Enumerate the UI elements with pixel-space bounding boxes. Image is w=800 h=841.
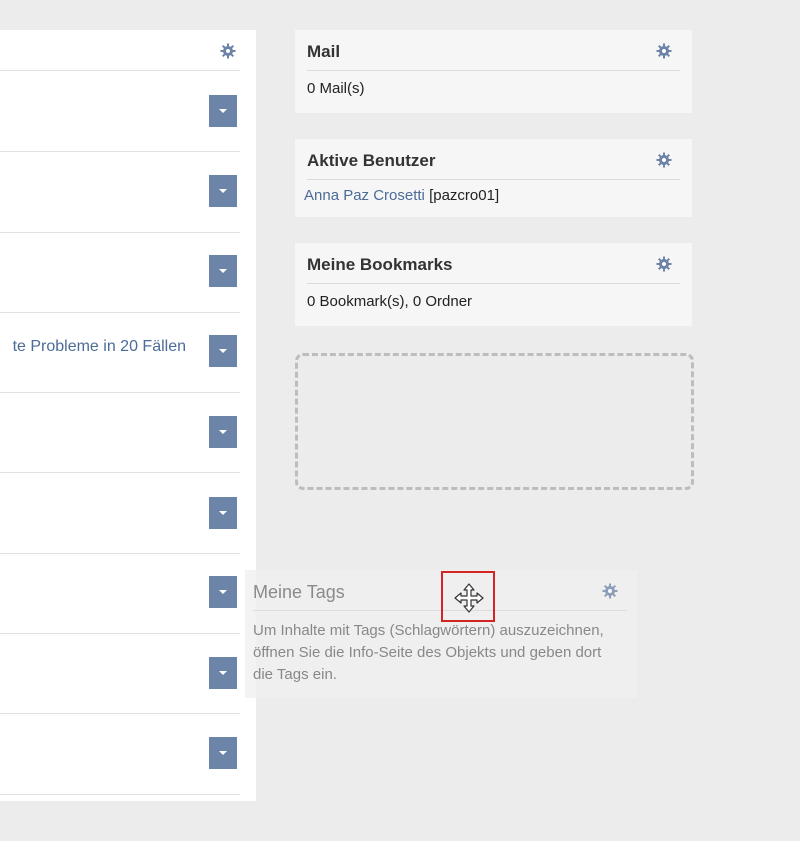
active-user-link[interactable]: Anna Paz Crosetti xyxy=(304,187,425,204)
drop-zone[interactable] xyxy=(295,353,694,490)
caret-down-icon xyxy=(219,349,227,353)
list-item xyxy=(0,473,240,554)
row-link[interactable]: te Probleme in 20 Fällen xyxy=(13,338,186,356)
dropdown-button[interactable] xyxy=(209,175,237,207)
block-divider xyxy=(307,179,680,180)
caret-down-icon xyxy=(219,189,227,193)
list-item: te Probleme in 20 Fällen xyxy=(0,312,240,393)
list-item xyxy=(0,232,240,313)
move-cursor-highlight xyxy=(441,571,495,622)
gear-icon[interactable] xyxy=(220,43,236,59)
dropdown-button[interactable] xyxy=(209,576,237,608)
list-item xyxy=(0,152,240,233)
bookmarks-title: Meine Bookmarks xyxy=(307,255,453,274)
dropdown-button[interactable] xyxy=(209,416,237,448)
active-user-entry: Anna Paz Crosetti [pazcro01] xyxy=(304,187,499,204)
bookmarks-count: 0 Bookmark(s), 0 Ordner xyxy=(307,293,473,310)
caret-down-icon xyxy=(219,109,227,113)
gear-icon[interactable] xyxy=(656,256,672,272)
caret-down-icon xyxy=(219,671,227,675)
active-users-block: Aktive Benutzer Anna Paz Crosetti [pazcr… xyxy=(295,139,692,217)
dropdown-button[interactable] xyxy=(209,737,237,769)
caret-down-icon xyxy=(219,269,227,273)
block-divider xyxy=(307,70,680,71)
active-users-title: Aktive Benutzer xyxy=(307,151,436,170)
list-item xyxy=(0,633,240,714)
list-item xyxy=(0,71,240,152)
tags-description: Um Inhalte mit Tags (Schlagwörtern) ausz… xyxy=(253,622,604,683)
list-item xyxy=(0,714,240,795)
dropdown-button[interactable] xyxy=(209,497,237,529)
dropdown-button[interactable] xyxy=(209,335,237,367)
dropdown-button[interactable] xyxy=(209,255,237,287)
mail-count: 0 Mail(s) xyxy=(307,80,365,97)
tags-title: Meine Tags xyxy=(253,582,345,602)
move-cursor-icon xyxy=(454,583,484,613)
caret-down-icon xyxy=(219,511,227,515)
active-user-login: [pazcro01] xyxy=(429,187,500,204)
list-item xyxy=(0,553,240,634)
bookmarks-block: Meine Bookmarks 0 Bookmark(s), 0 Ordner xyxy=(295,243,692,326)
dropdown-button[interactable] xyxy=(209,657,237,689)
block-divider xyxy=(307,283,680,284)
block-divider xyxy=(253,610,627,611)
caret-down-icon xyxy=(219,751,227,755)
list-item xyxy=(0,392,240,473)
caret-down-icon xyxy=(219,590,227,594)
dropdown-button[interactable] xyxy=(209,95,237,127)
gear-icon[interactable] xyxy=(656,152,672,168)
mail-block-title: Mail xyxy=(307,42,341,61)
mail-block: Mail 0 Mail(s) xyxy=(295,30,692,113)
caret-down-icon xyxy=(219,430,227,434)
gear-icon[interactable] xyxy=(656,43,672,59)
main-panel: te Probleme in 20 Fällen xyxy=(0,30,256,801)
gear-icon[interactable] xyxy=(602,583,618,599)
